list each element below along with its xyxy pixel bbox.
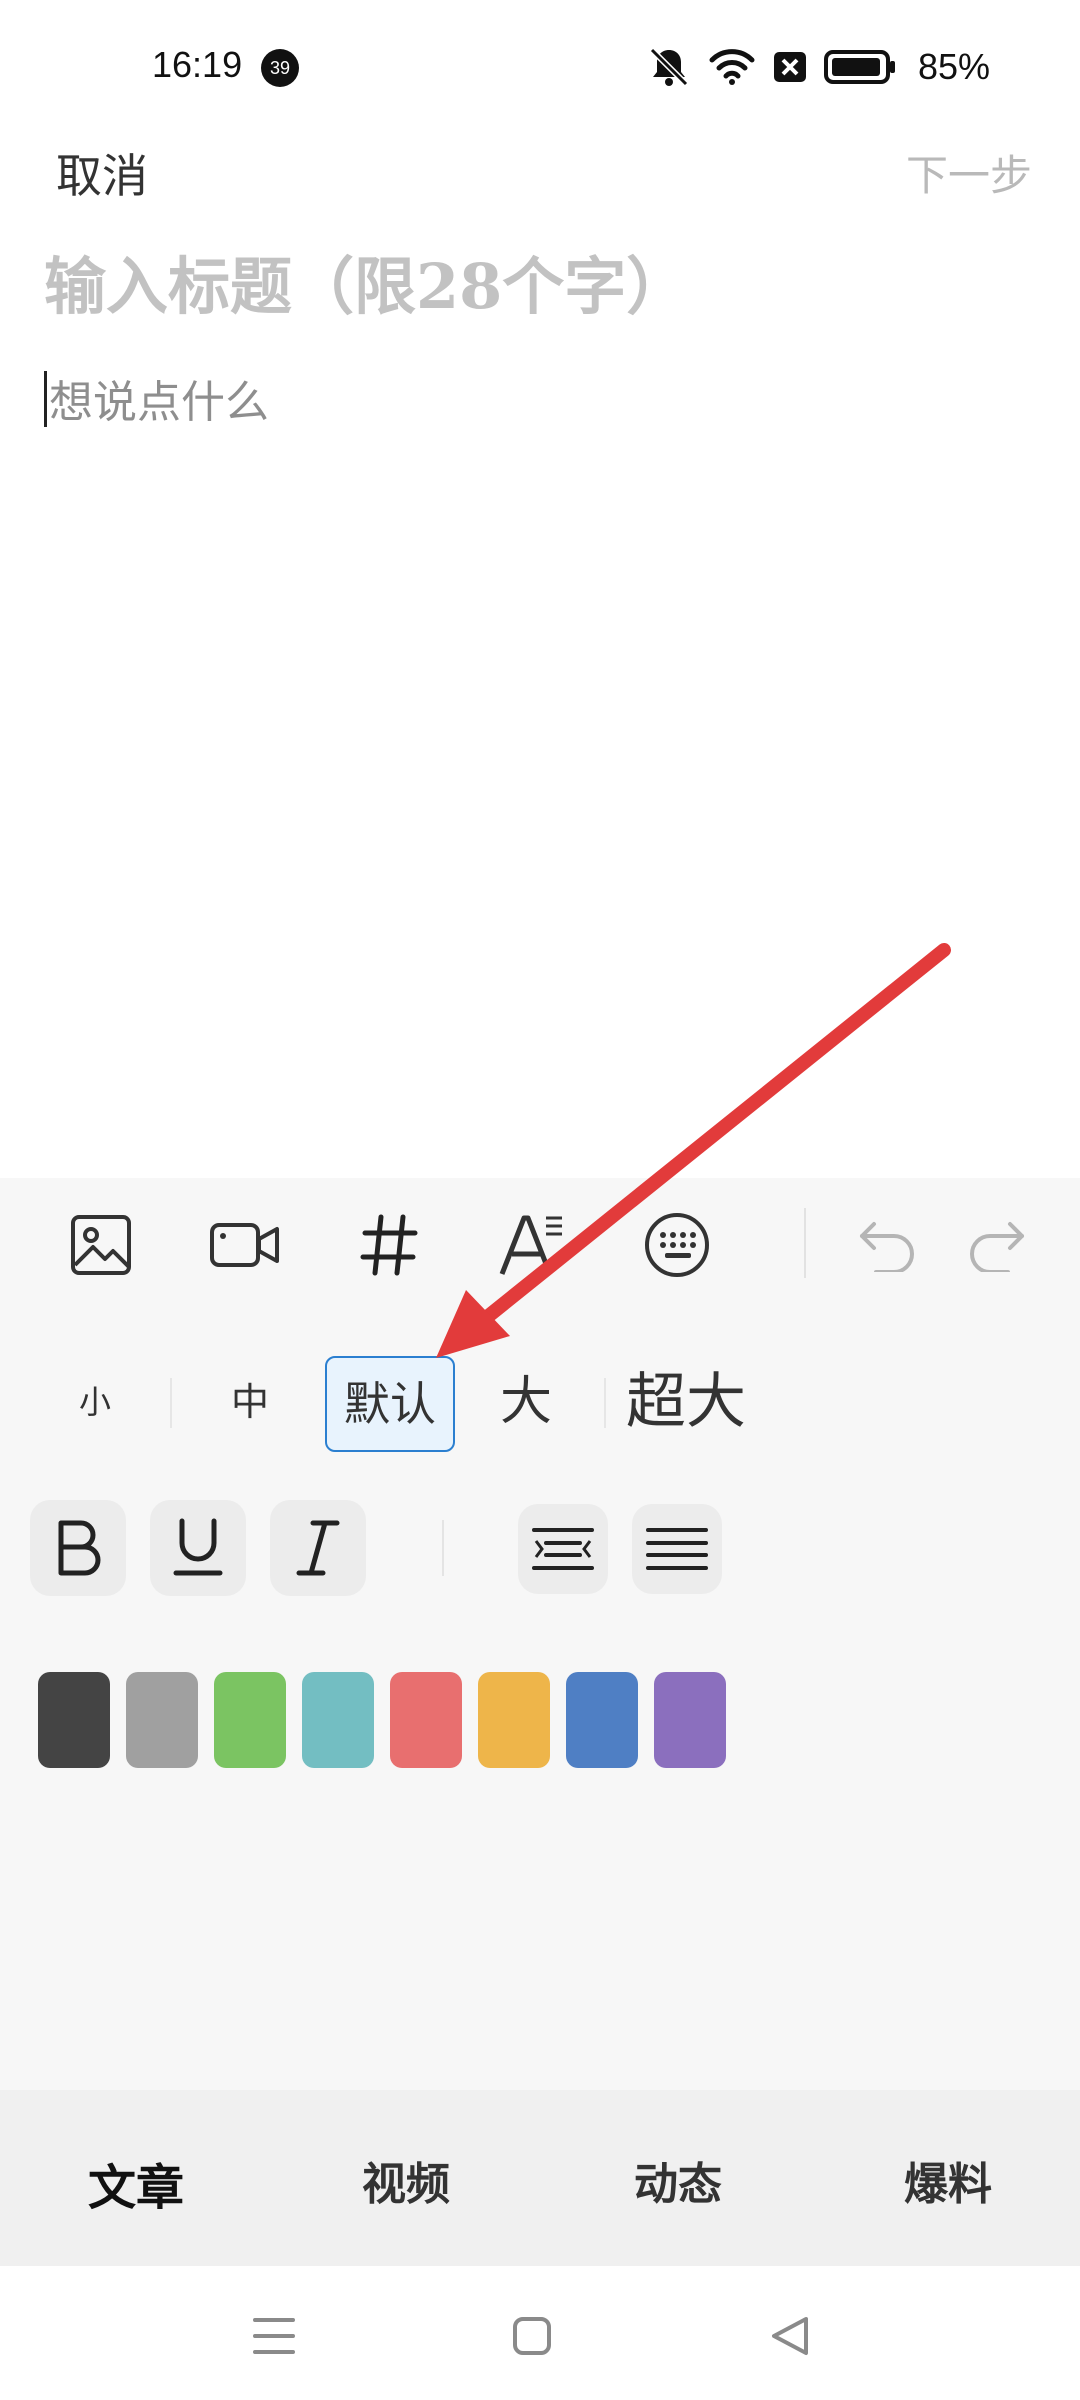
align-justify-button[interactable] xyxy=(632,1504,722,1594)
next-step-button[interactable]: 下一步 xyxy=(906,142,1032,203)
video-icon xyxy=(210,1223,279,1267)
battery-icon xyxy=(823,50,895,84)
tab-dynamic[interactable]: 动态 xyxy=(634,2148,722,2212)
title-input[interactable]: 输入标题（限28个字） xyxy=(44,236,1024,326)
tab-video[interactable]: 视频 xyxy=(362,2148,450,2212)
redo-icon xyxy=(970,1222,1024,1272)
size-separator xyxy=(170,1378,172,1428)
wifi-icon xyxy=(709,49,755,85)
nav-menu-button[interactable] xyxy=(244,2306,304,2366)
align-justify-icon xyxy=(646,1528,708,1570)
tab-tipoff[interactable]: 爆料 xyxy=(904,2148,992,2212)
font-size-extra-large[interactable]: 超大 xyxy=(614,1360,758,1444)
hashtag-button[interactable] xyxy=(344,1200,434,1290)
size-separator xyxy=(604,1378,606,1428)
color-swatch[interactable] xyxy=(302,1672,374,1768)
format-divider xyxy=(442,1520,444,1576)
text-caret xyxy=(44,371,47,427)
italic-icon xyxy=(296,1520,340,1576)
color-swatch[interactable] xyxy=(126,1672,198,1768)
underline-icon xyxy=(173,1518,223,1576)
font-size-medium[interactable]: 中 xyxy=(204,1360,296,1444)
notification-badge: 39 xyxy=(261,49,299,87)
font-size-small[interactable]: 小 xyxy=(52,1360,138,1444)
color-swatch[interactable] xyxy=(38,1672,110,1768)
color-swatch[interactable] xyxy=(214,1672,286,1768)
home-square-icon xyxy=(513,2317,551,2355)
nav-home-button[interactable] xyxy=(502,2306,562,2366)
color-swatch[interactable] xyxy=(390,1672,462,1768)
insert-video-button[interactable] xyxy=(200,1200,290,1290)
cancel-button[interactable]: 取消 xyxy=(56,140,148,206)
mute-bell-icon xyxy=(649,47,689,87)
text-format-button[interactable] xyxy=(488,1200,578,1290)
bold-button[interactable] xyxy=(30,1500,126,1596)
image-icon xyxy=(71,1215,131,1275)
keyboard-icon xyxy=(645,1213,709,1277)
italic-button[interactable] xyxy=(270,1500,366,1596)
align-center-icon xyxy=(532,1528,594,1570)
back-triangle-icon xyxy=(772,2317,808,2355)
insert-image-button[interactable] xyxy=(56,1200,146,1290)
redo-button[interactable] xyxy=(952,1200,1042,1290)
status-icons: 85% xyxy=(646,46,990,88)
status-time: 16:19 xyxy=(152,44,243,85)
no-sim-icon xyxy=(773,52,806,82)
color-swatch[interactable] xyxy=(478,1672,550,1768)
nav-back-button[interactable] xyxy=(760,2306,820,2366)
toolbar-divider xyxy=(804,1208,806,1278)
body-input[interactable]: 想说点什么 xyxy=(44,366,1024,766)
tab-article[interactable]: 文章 xyxy=(88,2148,184,2218)
format-panel xyxy=(0,1178,1080,2090)
bold-icon xyxy=(58,1520,101,1576)
color-swatch[interactable] xyxy=(654,1672,726,1768)
font-format-icon xyxy=(499,1215,562,1275)
battery-percent: 85% xyxy=(917,46,990,87)
color-swatch[interactable] xyxy=(566,1672,638,1768)
keyboard-button[interactable] xyxy=(632,1200,722,1290)
menu-icon xyxy=(253,2318,295,2354)
undo-button[interactable] xyxy=(842,1200,932,1290)
undo-icon xyxy=(860,1222,914,1272)
font-size-default[interactable]: 默认 xyxy=(325,1356,455,1452)
hashtag-icon xyxy=(360,1214,418,1276)
underline-button[interactable] xyxy=(150,1500,246,1596)
body-placeholder: 想说点什么 xyxy=(49,377,269,428)
font-size-large[interactable]: 大 xyxy=(478,1360,574,1444)
align-center-button[interactable] xyxy=(518,1504,608,1594)
